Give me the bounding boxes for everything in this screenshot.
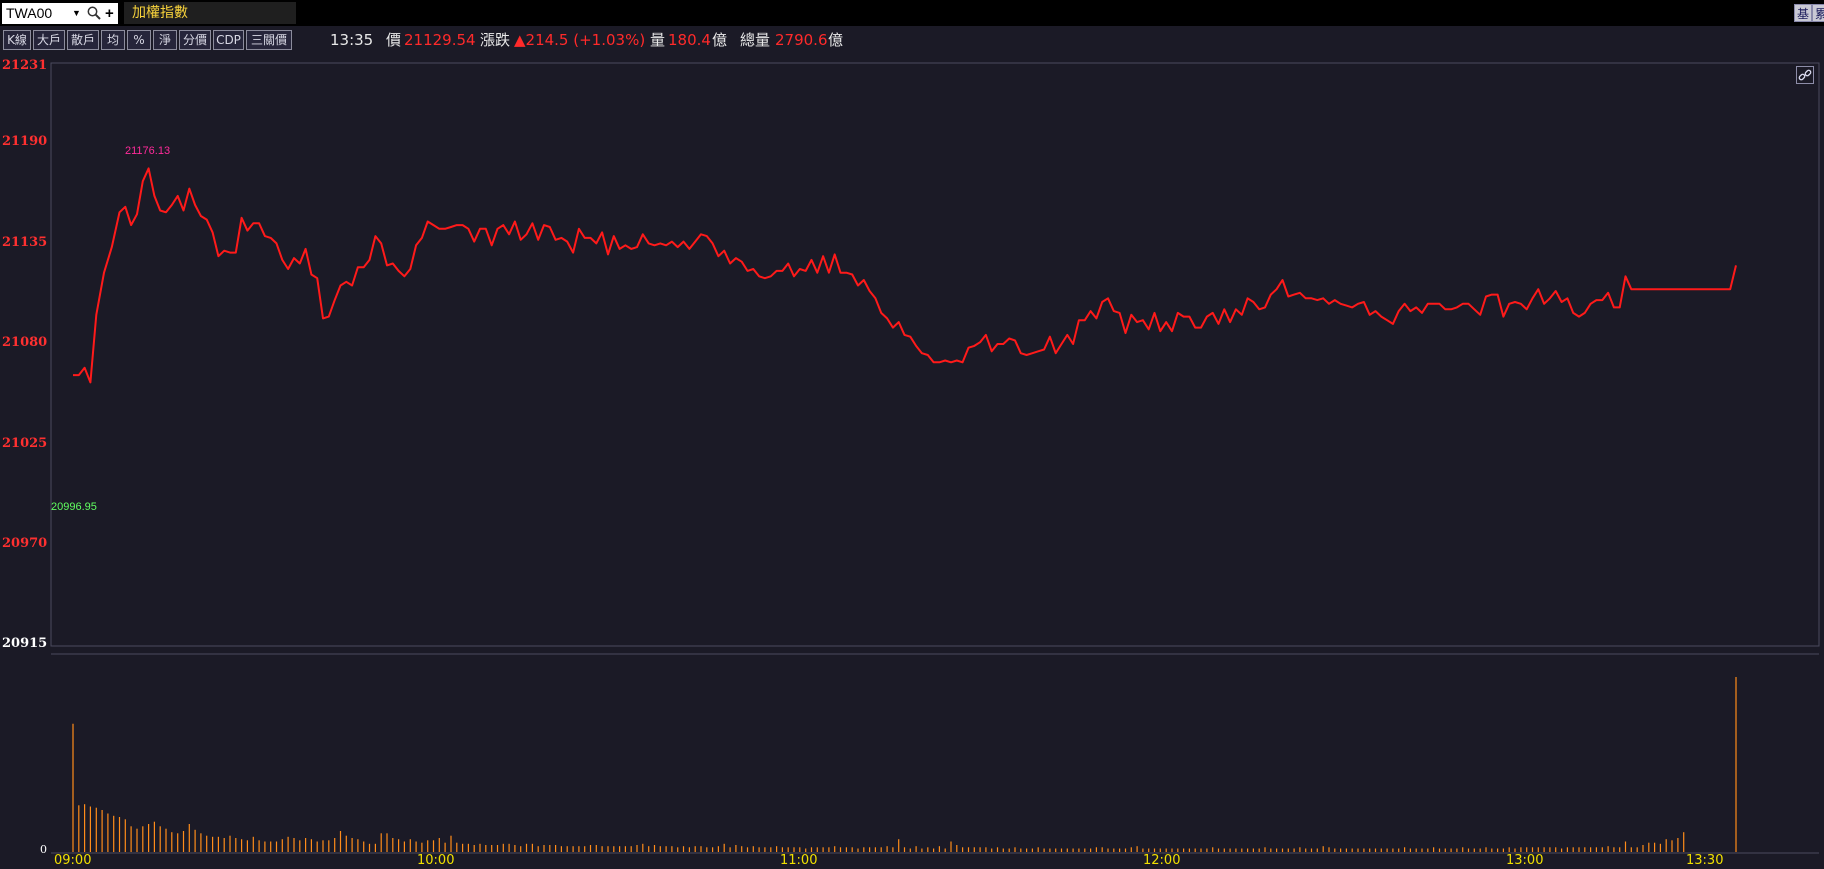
price-line [73, 167, 1737, 384]
x-tick-label: 10:00 [417, 853, 455, 868]
x-tick-label: 12:00 [1143, 853, 1181, 868]
y-tick-label: 21231 [2, 58, 48, 73]
link-icon[interactable] [1796, 66, 1814, 84]
y-tick-label: 20970 [2, 536, 48, 551]
y-tick-label: 21080 [2, 335, 48, 350]
y-tick-label: 21135 [2, 235, 48, 250]
y-tick-label: 21025 [2, 436, 48, 451]
reference-annotation: 20996.95 [51, 501, 97, 513]
x-tick-label: 13:30 [1686, 853, 1724, 868]
high-annotation: 21176.13 [125, 145, 171, 157]
y-tick-label: 21190 [2, 134, 48, 149]
x-tick-label: 11:00 [780, 853, 818, 868]
volume-bars [72, 677, 1737, 852]
x-tick-label: 09:00 [54, 853, 92, 868]
price-panel-border [50, 62, 1820, 647]
intraday-chart [50, 62, 1820, 854]
x-tick-label: 13:00 [1506, 853, 1544, 868]
y-tick-label: 20915 [2, 636, 48, 651]
volume-zero-label: 0 [40, 843, 47, 856]
